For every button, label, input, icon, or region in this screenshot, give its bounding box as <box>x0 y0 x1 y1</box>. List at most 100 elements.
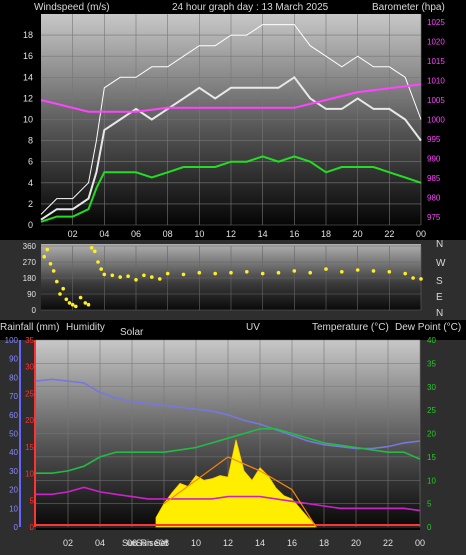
baro-y-tick: 1025 <box>427 18 445 27</box>
wind-y-tick: 18 <box>23 30 33 40</box>
dir-point <box>110 273 115 278</box>
temp-x-tick: 18 <box>319 538 329 548</box>
dir-point <box>99 267 103 271</box>
dir-point <box>324 267 328 271</box>
dir-point <box>61 286 65 291</box>
wind-x-tick: 20 <box>353 229 363 239</box>
weather-graph: 02 04 06 08 10 12 14 16 18 20 22 00 0 2 4 6 8 10 12 14 16 18 9… <box>0 0 466 555</box>
baro-y-tick: 980 <box>427 194 441 203</box>
compass-n-bottom: N <box>436 308 443 319</box>
dir-point <box>181 272 186 277</box>
uv-label: UV <box>246 322 260 333</box>
windspeed-label: Windspeed (m/s) <box>34 2 110 13</box>
temp-x-tick: 04 <box>95 538 105 548</box>
dir-point <box>74 304 78 309</box>
baro-y-tick: 985 <box>427 174 441 183</box>
dir-point <box>403 271 408 276</box>
rain-y-tick: 20 <box>25 416 34 425</box>
dir-point <box>245 270 249 274</box>
dir-point <box>58 292 62 296</box>
wind-x-tick: 16 <box>289 229 299 239</box>
dir-point <box>45 247 50 252</box>
dir-point <box>411 276 415 280</box>
dir-point <box>55 279 59 284</box>
wind-y-tick: 12 <box>23 93 33 103</box>
dir-point <box>158 277 162 281</box>
temp-y-tick: 10 <box>427 476 436 485</box>
dir-point <box>64 297 69 302</box>
temp-y-tick: 15 <box>427 453 436 462</box>
rain-y-tick: 30 <box>25 363 34 372</box>
humidity-y-tick: 30 <box>9 467 18 476</box>
dir-point <box>96 260 100 264</box>
dir-y-tick: 0 <box>32 306 37 315</box>
wind-y-tick: 0 <box>28 220 33 230</box>
dir-y-tick: 270 <box>23 258 37 267</box>
temp-x-tick: 22 <box>383 538 393 548</box>
barometer-label: Barometer (hpa) <box>372 2 445 13</box>
dir-y-tick: 180 <box>23 274 37 283</box>
humidity-y-tick: 80 <box>9 373 18 382</box>
baro-y-tick: 990 <box>427 155 441 164</box>
compass-e: E <box>436 292 443 303</box>
sunset-label: Sun Set <box>136 538 169 548</box>
dir-point <box>51 269 56 273</box>
wind-x-tick: 04 <box>99 229 109 239</box>
dir-point <box>355 268 360 272</box>
baro-y-tick: 1020 <box>427 37 445 46</box>
dir-point <box>48 262 53 266</box>
baro-y-tick: 975 <box>427 213 441 222</box>
temp-y-tick: 25 <box>427 406 436 415</box>
rain-y-tick: 0 <box>30 523 35 532</box>
temp-x-tick: 10 <box>191 538 201 548</box>
rain-y-tick: 10 <box>25 470 34 479</box>
temp-y-tick: 0 <box>427 523 432 532</box>
temp-x-tick: 00 <box>415 538 425 548</box>
rain-y-tick: 5 <box>30 496 35 505</box>
wind-x-tick: 12 <box>226 229 236 239</box>
temp-y-tick: 35 <box>427 359 436 368</box>
humidity-y-tick: 20 <box>9 486 18 495</box>
humidity-y-tick: 0 <box>14 523 19 532</box>
wind-x-tick: 00 <box>416 229 426 239</box>
dir-point <box>118 275 122 279</box>
rainfall-label: Rainfall (mm) <box>0 322 59 333</box>
dir-point <box>276 270 281 275</box>
wind-y-tick: 2 <box>28 199 33 209</box>
temperature-label: Temperature (°C) <box>312 322 389 333</box>
solar-label: Solar <box>120 327 144 338</box>
baro-y-tick: 1015 <box>427 57 445 66</box>
temp-y-tick: 20 <box>427 430 436 439</box>
dir-point <box>42 254 46 259</box>
dir-point <box>419 277 423 281</box>
temp-x-tick: 02 <box>63 538 73 548</box>
dir-point <box>197 270 202 275</box>
dir-point <box>89 246 94 250</box>
dir-point <box>126 274 130 279</box>
humidity-y-tick: 90 <box>9 355 18 364</box>
compass-s: S <box>436 276 443 287</box>
wind-x-tick: 22 <box>384 229 394 239</box>
dir-point <box>86 302 91 307</box>
dewpoint-label: Dew Point (°C) <box>395 322 461 333</box>
dir-point <box>70 302 75 307</box>
humidity-y-tick: 50 <box>9 430 18 439</box>
temp-x-tick: 14 <box>255 538 265 548</box>
humidity-y-tick: 40 <box>9 448 18 457</box>
baro-y-tick: 1010 <box>427 76 445 85</box>
wind-y-tick: 8 <box>28 136 33 146</box>
dir-y-tick: 360 <box>23 242 37 251</box>
chart-title: 24 hour graph day : 13 March 2025 <box>172 2 329 13</box>
humidity-y-tick: 60 <box>9 411 18 420</box>
rain-y-tick: 25 <box>25 389 34 398</box>
temp-y-tick: 30 <box>427 383 436 392</box>
dir-point <box>371 269 376 273</box>
dir-point <box>292 269 297 273</box>
baro-y-tick: 1005 <box>427 96 445 105</box>
humidity-label: Humidity <box>66 322 105 333</box>
rain-y-tick: 35 <box>25 336 34 345</box>
dir-point <box>340 270 344 274</box>
temp-y-tick: 40 <box>427 336 436 345</box>
temp-x-tick: 20 <box>351 538 361 548</box>
dir-point <box>67 301 72 305</box>
